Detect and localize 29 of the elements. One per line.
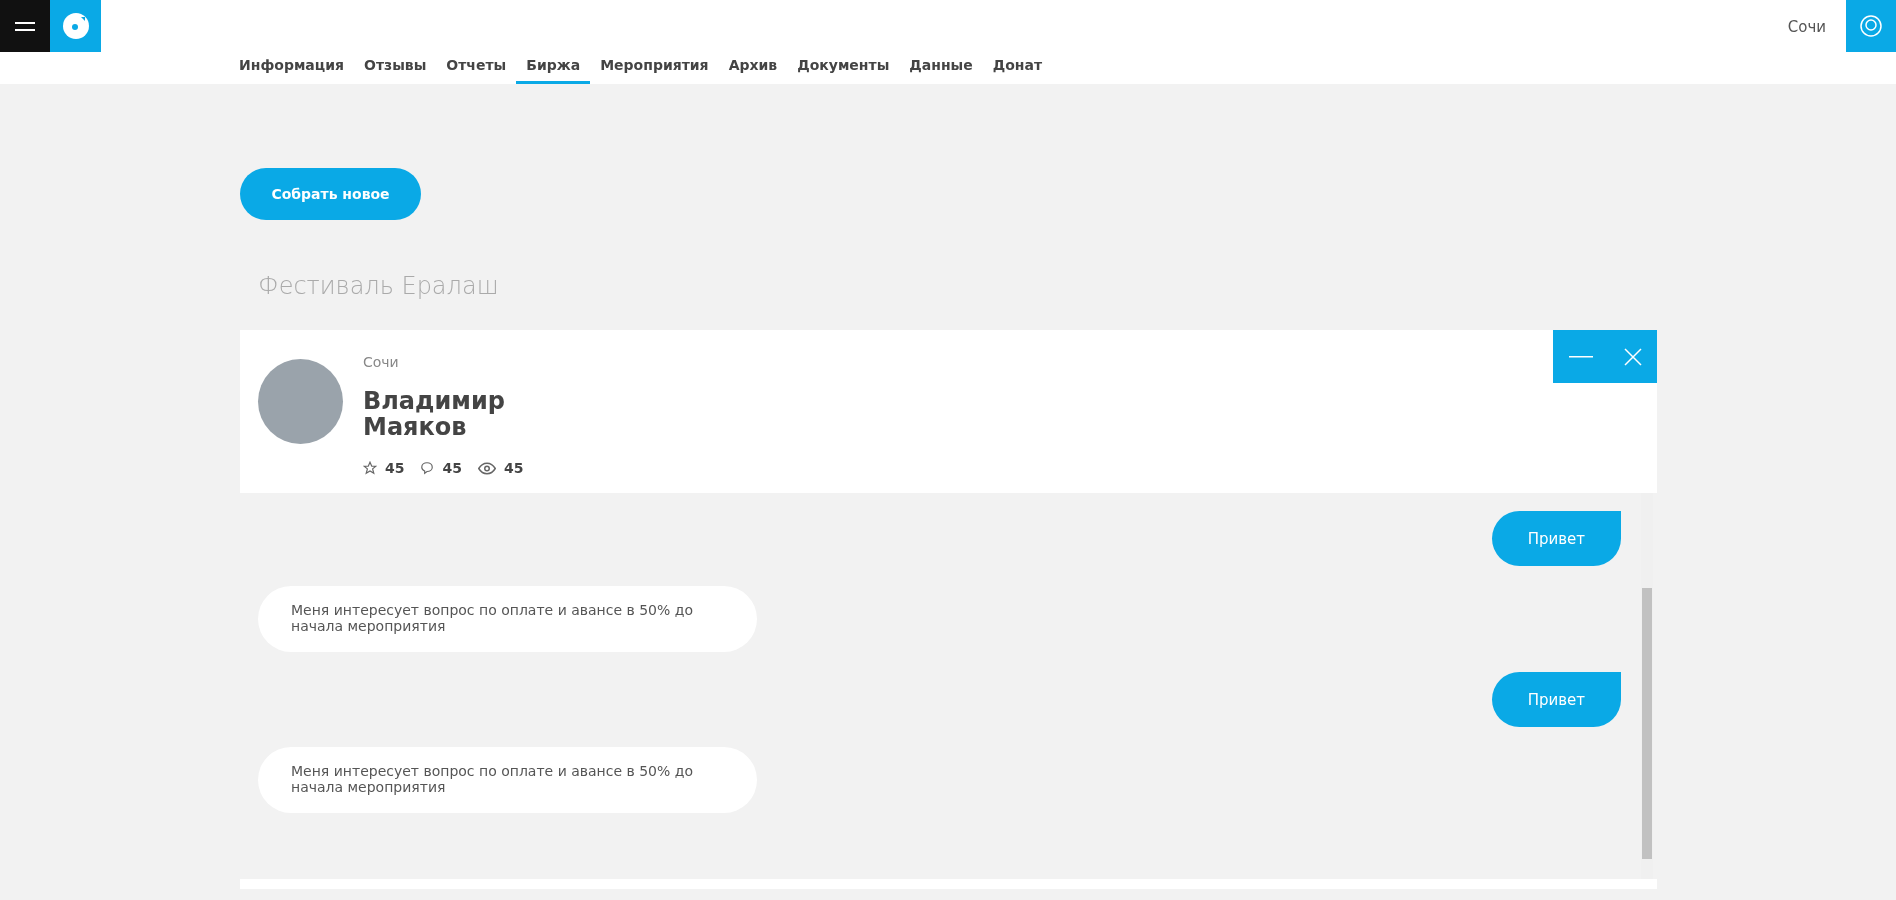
minimize-button[interactable]	[1568, 355, 1593, 358]
received-message: Меня интересует вопрос по оплате и авансе в 50% до начала мероприятия	[258, 747, 757, 813]
user-button[interactable]	[1846, 0, 1896, 52]
nav-tab[interactable]: Мероприятия	[590, 48, 719, 84]
logo-icon	[61, 12, 90, 40]
nav-tab[interactable]: Информация	[239, 48, 354, 84]
star-icon	[363, 461, 377, 475]
city-label: Сочи	[1787, 17, 1827, 36]
nav-tab[interactable]: Архив	[718, 48, 788, 84]
received-message: Меня интересует вопрос по оплате и авансе в 50% до начала мероприятия	[258, 586, 757, 652]
user-icon	[1859, 14, 1883, 38]
sent-message: Привет	[1491, 672, 1621, 727]
nav-tab[interactable]: Биржа	[516, 48, 591, 84]
profile-city: Сочи	[363, 354, 400, 370]
nav-tab[interactable]: Донат	[982, 48, 1053, 84]
nav-tab[interactable]: Документы	[787, 48, 900, 84]
stat-count: 45	[385, 460, 405, 476]
nav-tab[interactable]: Отчеты	[436, 48, 517, 84]
event-title: Фестиваль Ералаш	[258, 272, 500, 300]
sent-message: Привет	[1491, 511, 1621, 566]
profile-name: Владимир Маяков	[363, 388, 506, 440]
nav-tab[interactable]: Данные	[899, 48, 983, 84]
comment-icon	[420, 461, 435, 475]
close-button[interactable]	[1623, 347, 1642, 366]
eye-icon	[477, 461, 496, 475]
stat-count: 45	[503, 460, 524, 476]
stat-count: 45	[442, 460, 462, 476]
menu-button[interactable]	[0, 0, 50, 52]
nav-tab[interactable]: Отзывы	[354, 48, 437, 84]
